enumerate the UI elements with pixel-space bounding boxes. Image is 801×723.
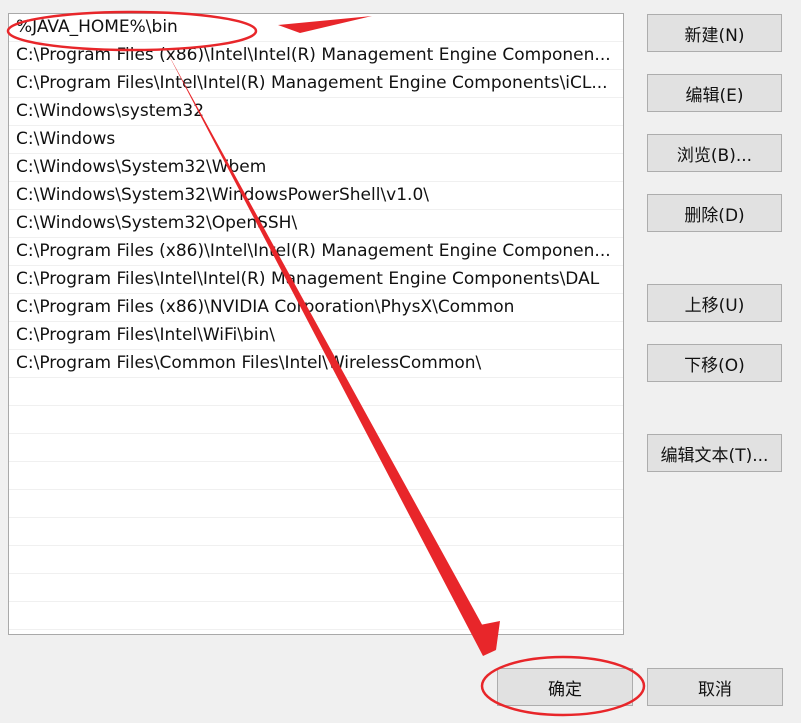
ok-button[interactable]: 确定 xyxy=(497,668,633,706)
path-list-item[interactable]: C:\Windows\System32\Wbem xyxy=(9,154,623,182)
edit-environment-variable-dialog: %JAVA_HOME%\bin C:\Program Files (x86)\I… xyxy=(0,0,801,723)
path-list[interactable]: %JAVA_HOME%\bin C:\Program Files (x86)\I… xyxy=(8,13,624,635)
edit-button[interactable]: 编辑(E) xyxy=(647,74,782,112)
path-list-item[interactable]: C:\Program Files\Intel\Intel(R) Manageme… xyxy=(9,266,623,294)
move-down-button[interactable]: 下移(O) xyxy=(647,344,782,382)
path-list-empty-row[interactable] xyxy=(9,490,623,518)
browse-button[interactable]: 浏览(B)... xyxy=(647,134,782,172)
path-list-item[interactable]: C:\Program Files (x86)\NVIDIA Corporatio… xyxy=(9,294,623,322)
move-up-button[interactable]: 上移(U) xyxy=(647,284,782,322)
path-list-item[interactable]: C:\Program Files (x86)\Intel\Intel(R) Ma… xyxy=(9,42,623,70)
delete-button[interactable]: 删除(D) xyxy=(647,194,782,232)
cancel-button[interactable]: 取消 xyxy=(647,668,783,706)
new-button[interactable]: 新建(N) xyxy=(647,14,782,52)
path-list-empty-row[interactable] xyxy=(9,434,623,462)
path-list-empty-row[interactable] xyxy=(9,602,623,630)
path-list-item[interactable]: C:\Windows\System32\WindowsPowerShell\v1… xyxy=(9,182,623,210)
path-list-item[interactable]: C:\Program Files\Intel\WiFi\bin\ xyxy=(9,322,623,350)
path-list-empty-row[interactable] xyxy=(9,378,623,406)
path-list-item[interactable]: C:\Windows\System32\OpenSSH\ xyxy=(9,210,623,238)
path-list-item[interactable]: C:\Program Files\Common Files\Intel\Wire… xyxy=(9,350,623,378)
path-list-item[interactable]: C:\Program Files (x86)\Intel\Intel(R) Ma… xyxy=(9,238,623,266)
path-list-empty-row[interactable] xyxy=(9,574,623,602)
path-list-empty-row[interactable] xyxy=(9,406,623,434)
path-list-empty-row[interactable] xyxy=(9,462,623,490)
path-list-empty-row[interactable] xyxy=(9,518,623,546)
path-list-item[interactable]: C:\Windows xyxy=(9,126,623,154)
path-list-item[interactable]: C:\Windows\system32 xyxy=(9,98,623,126)
path-list-empty-row[interactable] xyxy=(9,546,623,574)
edit-text-button[interactable]: 编辑文本(T)... xyxy=(647,434,782,472)
path-list-item[interactable]: C:\Program Files\Intel\Intel(R) Manageme… xyxy=(9,70,623,98)
path-list-item[interactable]: %JAVA_HOME%\bin xyxy=(9,14,623,42)
